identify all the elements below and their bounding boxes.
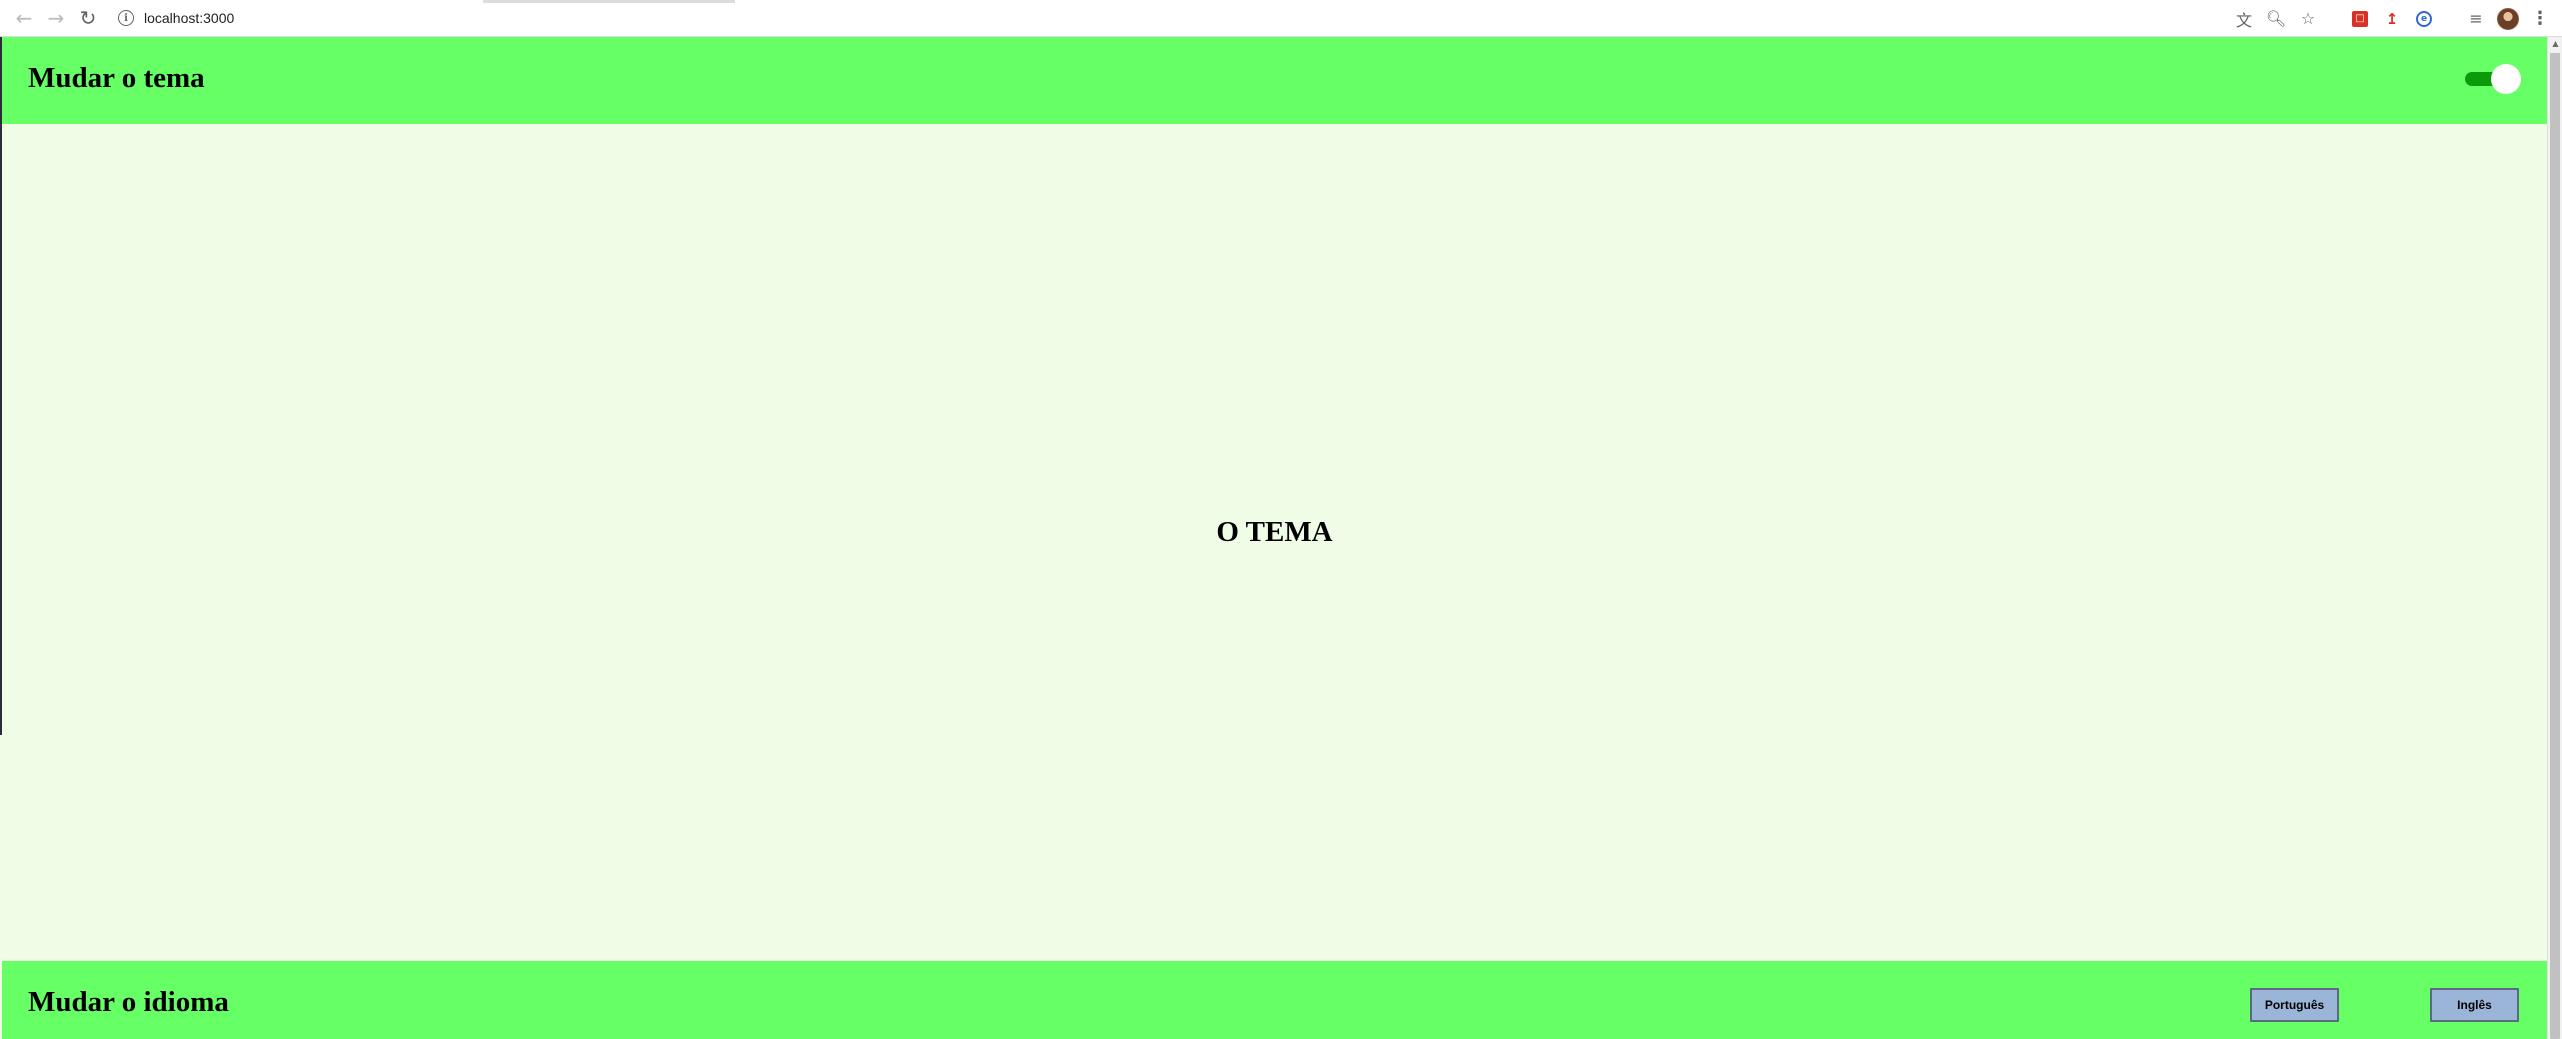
page-body: Mudar o tema O TEMA Mudar o idioma Portu… xyxy=(2,37,2547,1039)
portuguese-button[interactable]: Português xyxy=(2250,988,2339,1022)
language-title: Mudar o idioma xyxy=(28,986,229,1018)
reload-icon[interactable]: ↻ xyxy=(74,4,102,32)
page-viewport: Mudar o tema O TEMA Mudar o idioma Portu… xyxy=(0,37,2562,1039)
tab-strip xyxy=(483,0,735,3)
more-vertical-icon[interactable]: ⋮ xyxy=(2526,5,2554,33)
arrow-left-icon[interactable]: ← xyxy=(10,4,38,32)
theme-header: Mudar o tema xyxy=(2,37,2547,124)
page-title: Mudar o tema xyxy=(28,62,205,94)
translate-icon[interactable]: 文 xyxy=(2230,5,2258,33)
avatar xyxy=(2497,7,2519,30)
zoom-icon[interactable]: 🔍︎ xyxy=(2262,5,2290,33)
navigation-buttons: ← → ↻ xyxy=(10,4,102,32)
blue-extension-icon[interactable]: e xyxy=(2410,5,2438,33)
star-icon[interactable]: ☆ xyxy=(2294,5,2322,33)
toggle-thumb xyxy=(2491,64,2521,94)
toolbar-actions: 文 🔍︎ ☆ □ ↥ e ≡ ⋮ xyxy=(2230,0,2554,37)
scroll-up-arrow-icon[interactable]: ▲ xyxy=(2548,37,2562,51)
info-icon[interactable]: i xyxy=(118,10,134,26)
media-control-icon[interactable]: ≡ xyxy=(2462,5,2490,33)
red-tool-extension-icon[interactable]: ↥ xyxy=(2378,5,2406,33)
vertical-scrollbar[interactable]: ▲ xyxy=(2547,37,2562,1039)
scroll-thumb[interactable] xyxy=(2550,53,2560,1039)
address-bar: i xyxy=(118,4,2208,32)
language-footer: Mudar o idioma Português Inglês xyxy=(2,961,2547,1039)
browser-toolbar: ← → ↻ i 文 🔍︎ ☆ □ ↥ e ≡ ⋮ xyxy=(0,0,2562,37)
theme-heading: O TEMA xyxy=(1216,516,1333,548)
theme-toggle[interactable] xyxy=(2465,64,2521,94)
english-button[interactable]: Inglês xyxy=(2430,988,2519,1022)
arrow-right-icon[interactable]: → xyxy=(42,4,70,32)
url-input[interactable] xyxy=(144,10,2044,26)
profile-button[interactable] xyxy=(2494,5,2522,33)
red-extension-icon[interactable]: □ xyxy=(2346,5,2374,33)
